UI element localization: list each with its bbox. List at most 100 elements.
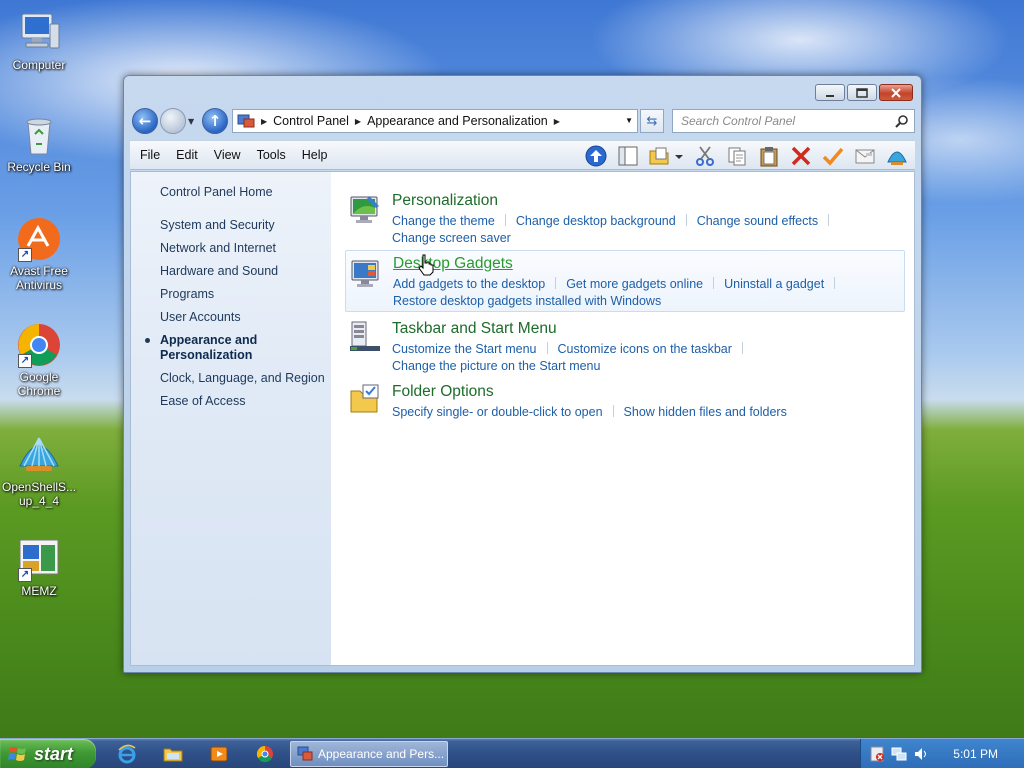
breadcrumb-appearance[interactable]: Appearance and Personalization <box>367 114 548 128</box>
category-title[interactable]: Personalization <box>392 192 498 210</box>
desktop-icon-label: MEMZ <box>21 584 57 598</box>
close-button[interactable] <box>879 84 913 101</box>
link-customize-start-menu[interactable]: Customize the Start menu <box>392 341 537 358</box>
back-button[interactable]: ← <box>132 108 158 134</box>
menu-file[interactable]: File <box>130 148 168 162</box>
back-arrow-icon: ← <box>138 112 152 130</box>
desktop-icon-memz[interactable]: ↗ MEMZ <box>2 536 76 598</box>
toolbar-views-button[interactable] <box>647 144 685 168</box>
desktop-icon-chrome[interactable]: ↗ Google Chrome <box>2 322 76 398</box>
hand-cursor-icon <box>418 254 434 276</box>
volume-icon[interactable] <box>913 746 929 762</box>
toolbar-copy-button[interactable] <box>724 144 749 168</box>
recycle-bin-icon <box>16 112 62 158</box>
taskbar-window-button[interactable]: Appearance and Pers... <box>290 741 448 767</box>
sidebar-item-programs[interactable]: Programs <box>160 287 325 302</box>
chevron-right-icon: ▶ <box>261 116 268 126</box>
link-change-desktop-background[interactable]: Change desktop background <box>516 213 676 230</box>
toolbar-email-button[interactable] <box>852 144 877 168</box>
network-icon[interactable] <box>891 746 907 762</box>
link-add-gadgets[interactable]: Add gadgets to the desktop <box>393 276 545 293</box>
sidebar-item-user-accounts[interactable]: User Accounts <box>160 310 325 325</box>
taskbar-icon <box>350 321 380 351</box>
search-input[interactable]: Search Control Panel <box>672 109 915 133</box>
undo-icon <box>855 149 874 164</box>
toolbar-delete-button[interactable] <box>788 144 813 168</box>
desktop-icon-label: Google Chrome <box>17 370 61 398</box>
desktop-icon-openshell[interactable]: OpenShellS... up_4_4 <box>2 432 76 508</box>
address-bar[interactable]: ▶ Control Panel ▶ Appearance and Persona… <box>232 109 638 133</box>
chevron-right-icon[interactable]: ▶ <box>554 117 560 126</box>
toolbar-properties-button[interactable] <box>820 144 845 168</box>
toolbar-cut-button[interactable] <box>692 144 717 168</box>
recent-pages-dropdown[interactable]: ▼ <box>188 117 194 126</box>
maximize-button[interactable] <box>847 84 877 101</box>
link-change-screen-saver[interactable]: Change screen saver <box>392 230 511 247</box>
desktop-icon-label: Computer <box>12 58 66 72</box>
media-player-icon[interactable] <box>209 744 229 764</box>
link-change-theme[interactable]: Change the theme <box>392 213 495 230</box>
shortcut-arrow-icon: ↗ <box>18 568 32 582</box>
toolbar-openshell-button[interactable] <box>884 144 909 168</box>
search-icon[interactable] <box>895 114 909 128</box>
sidebar: Control Panel Home System and Security N… <box>131 172 331 665</box>
control-panel-icon <box>237 114 255 128</box>
sidebar-item-clock-language-region[interactable]: Clock, Language, and Region <box>160 371 325 386</box>
chevron-right-icon[interactable]: ▶ <box>355 117 361 126</box>
minimize-button[interactable] <box>815 84 845 101</box>
avast-icon: ↗ <box>16 216 62 262</box>
security-alert-icon[interactable] <box>869 746 885 762</box>
category-links: Change the theme Change desktop backgroun… <box>392 213 892 247</box>
category-folder-options: Folder Options Specify single- or double… <box>345 377 905 419</box>
desktop-icon-label: OpenShellS... up_4_4 <box>2 480 77 508</box>
link-change-start-picture[interactable]: Change the picture on the Start menu <box>392 358 600 375</box>
category-title[interactable]: Desktop Gadgets <box>393 255 513 273</box>
menu-view[interactable]: View <box>206 148 249 162</box>
gadgets-icon <box>351 260 379 287</box>
start-button[interactable]: start <box>0 739 96 768</box>
link-show-hidden-files[interactable]: Show hidden files and folders <box>624 404 787 421</box>
category-taskbar-start-menu: Taskbar and Start Menu Customize the Sta… <box>345 314 905 373</box>
main-panel: Personalization Change the theme Change d… <box>331 172 914 665</box>
link-restore-gadgets[interactable]: Restore desktop gadgets installed with W… <box>393 293 661 310</box>
link-uninstall-gadget[interactable]: Uninstall a gadget <box>724 276 824 293</box>
sidebar-item-ease-of-access[interactable]: Ease of Access <box>160 394 325 409</box>
control-panel-icon <box>297 746 313 761</box>
link-single-double-click[interactable]: Specify single- or double-click to open <box>392 404 603 421</box>
sidebar-control-panel-home[interactable]: Control Panel Home <box>160 185 273 199</box>
toolbar-folders-button[interactable] <box>615 144 640 168</box>
menu-help[interactable]: Help <box>294 148 336 162</box>
desktop-icon-recycle-bin[interactable]: Recycle Bin <box>2 112 76 174</box>
chrome-icon[interactable] <box>255 744 275 764</box>
link-get-more-gadgets[interactable]: Get more gadgets online <box>566 276 703 293</box>
category-title[interactable]: Folder Options <box>392 383 494 401</box>
breadcrumb-control-panel[interactable]: Control Panel <box>273 114 349 128</box>
clock[interactable]: 5:01 PM <box>953 747 998 761</box>
views-icon <box>649 147 683 165</box>
forward-button[interactable] <box>160 108 186 134</box>
refresh-button[interactable]: ⇆ <box>640 109 664 133</box>
file-explorer-icon[interactable] <box>163 744 183 764</box>
sidebar-item-appearance-personalization[interactable]: Appearance and Personalization <box>145 333 325 363</box>
desktop-icon-avast[interactable]: ↗ Avast Free Antivirus <box>2 216 76 292</box>
internet-explorer-icon[interactable] <box>117 744 137 764</box>
start-label: start <box>34 743 74 764</box>
menu-tools[interactable]: Tools <box>249 148 294 162</box>
sidebar-item-system-security[interactable]: System and Security <box>160 218 325 233</box>
shortcut-arrow-icon: ↗ <box>18 354 32 368</box>
toolbar-paste-button[interactable] <box>756 144 781 168</box>
link-customize-taskbar-icons[interactable]: Customize icons on the taskbar <box>558 341 732 358</box>
sidebar-item-hardware-sound[interactable]: Hardware and Sound <box>160 264 325 279</box>
sidebar-item-network-internet[interactable]: Network and Internet <box>160 241 325 256</box>
desktop-icon-computer[interactable]: Computer <box>2 10 76 72</box>
control-panel-window: ← ▼ ↑ ▶ Control Panel ▶ Appearance and P… <box>123 75 922 673</box>
category-links: Specify single- or double-click to open S… <box>392 404 892 421</box>
category-title[interactable]: Taskbar and Start Menu <box>392 320 557 338</box>
toolbar-up-button[interactable] <box>583 144 608 168</box>
computer-icon <box>16 10 62 56</box>
windows-flag-icon <box>8 747 26 761</box>
up-button[interactable]: ↑ <box>202 108 228 134</box>
link-change-sound-effects[interactable]: Change sound effects <box>697 213 818 230</box>
address-dropdown-icon[interactable]: ▼ <box>625 116 633 125</box>
menu-edit[interactable]: Edit <box>168 148 206 162</box>
